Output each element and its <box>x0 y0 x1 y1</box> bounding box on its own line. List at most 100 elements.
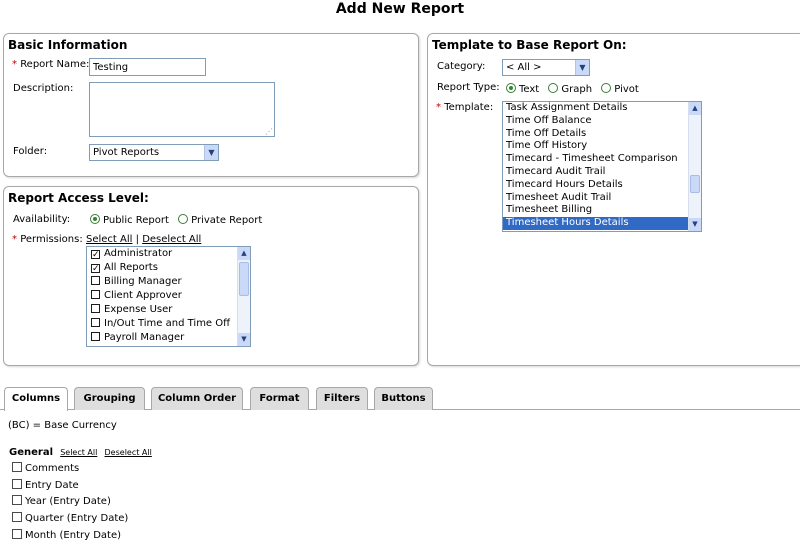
column-option-label: Comments <box>25 463 80 474</box>
description-textarea[interactable] <box>89 82 275 137</box>
tab-grouping[interactable]: Grouping <box>74 387 145 410</box>
report-type-pivot-option[interactable]: Pivot <box>601 83 639 95</box>
report-type-text-radio[interactable] <box>506 83 516 93</box>
checkbox-icon[interactable] <box>91 318 100 327</box>
template-list-item[interactable]: Timecard - Timesheet Comparison <box>503 153 701 166</box>
template-list-item[interactable]: Time Off History <box>503 140 701 153</box>
general-select-all-link[interactable]: Select All <box>60 448 97 457</box>
permission-item[interactable]: Expense User <box>87 303 250 317</box>
public-report-option[interactable]: Public Report <box>90 214 172 226</box>
report-name-label: * Report Name: <box>12 59 90 70</box>
permission-item[interactable]: ✓ Administrator <box>87 247 250 261</box>
template-list-item[interactable]: Timecard Audit Trail <box>503 166 701 179</box>
tab-buttons[interactable]: Buttons <box>374 387 433 410</box>
template-list-item[interactable]: Time Off Balance <box>503 115 701 128</box>
template-listbox[interactable]: Task Assignment Details Time Off Balance T… <box>502 101 702 232</box>
permission-item[interactable]: Billing Manager <box>87 275 250 289</box>
category-label: Category: <box>437 61 486 72</box>
scroll-up-icon[interactable]: ▲ <box>238 247 250 260</box>
private-report-radio[interactable] <box>178 214 189 224</box>
permissions-label: * Permissions: <box>12 234 83 245</box>
report-name-input[interactable] <box>89 58 206 76</box>
report-access-title: Report Access Level: <box>8 191 149 205</box>
scroll-down-icon[interactable]: ▼ <box>238 333 250 346</box>
template-list-item[interactable]: Time Off Details <box>503 128 701 141</box>
template-title: Template to Base Report On: <box>432 38 627 52</box>
report-type-pivot-radio[interactable] <box>601 83 612 93</box>
template-panel: Template to Base Report On: Category: < … <box>427 33 800 366</box>
scroll-thumb[interactable] <box>690 175 700 193</box>
tab-column-order[interactable]: Column Order <box>151 387 243 410</box>
permission-item[interactable]: Client Approver <box>87 289 250 303</box>
folder-label: Folder: <box>13 146 48 157</box>
checkbox-icon[interactable] <box>91 332 100 341</box>
folder-select[interactable]: Pivot Reports ▼ <box>89 144 219 161</box>
permissions-list: ✓ Administrator ✓ All Reports Billing Manage… <box>87 247 250 345</box>
permission-item-label: Administrator <box>104 248 173 259</box>
checkbox-icon[interactable] <box>91 304 100 313</box>
column-option[interactable]: Year (Entry Date) <box>12 495 111 507</box>
scroll-thumb[interactable] <box>239 262 249 296</box>
checkbox-icon[interactable] <box>12 462 22 472</box>
permission-item-label: Expense User <box>104 304 173 315</box>
chevron-down-icon: ▼ <box>204 145 218 160</box>
column-option-label: Quarter (Entry Date) <box>25 513 129 525</box>
column-option[interactable]: Quarter (Entry Date) <box>12 512 128 524</box>
permissions-select-links: Select All | Deselect All <box>86 234 202 245</box>
report-type-graph-option[interactable]: Graph <box>548 83 595 95</box>
permissions-select-all-link[interactable]: Select All <box>86 234 132 245</box>
availability-radio-group: Public Report Private Report <box>90 214 268 226</box>
permissions-scrollbar[interactable]: ▲ ▼ <box>237 247 250 346</box>
template-list-item[interactable]: Task Assignment Details <box>503 102 701 115</box>
category-select[interactable]: < All > ▼ <box>502 59 590 76</box>
required-marker: * <box>12 234 17 245</box>
template-list-item[interactable]: Timesheet Hours Details <box>503 217 701 230</box>
checkbox-icon[interactable] <box>12 512 22 523</box>
checkbox-icon[interactable] <box>12 478 22 489</box>
basic-information-title: Basic Information <box>8 38 128 52</box>
permission-item-label: Payroll Manager <box>104 332 185 343</box>
column-option[interactable]: Entry Date <box>12 478 79 491</box>
public-report-radio[interactable] <box>90 214 100 224</box>
scroll-up-icon[interactable]: ▲ <box>689 102 701 115</box>
checkbox-icon[interactable] <box>12 495 22 506</box>
permission-item[interactable]: Payroll Manager <box>87 331 250 345</box>
permissions-listbox[interactable]: ✓ Administrator ✓ All Reports Billing Manage… <box>86 246 251 347</box>
page-title: Add New Report <box>335 1 465 17</box>
permission-item-label: Billing Manager <box>104 276 182 287</box>
report-type-label: Report Type: <box>437 82 500 93</box>
tab-filters[interactable]: Filters <box>316 387 368 410</box>
template-scrollbar[interactable]: ▲ ▼ <box>688 102 701 231</box>
report-type-graph-radio[interactable] <box>548 83 559 93</box>
template-list-item[interactable]: Timesheet Audit Trail <box>503 192 701 205</box>
column-option[interactable]: Month (Entry Date) <box>12 528 121 541</box>
tab-columns[interactable]: Columns <box>4 387 68 411</box>
tab-bar: Columns Grouping Column Order Format Filters… <box>0 387 800 411</box>
permission-item-label: Client Approver <box>104 290 182 301</box>
checkbox-checked-icon[interactable]: ✓ <box>91 264 100 274</box>
permission-item-label: All Reports <box>104 262 158 273</box>
template-list-item[interactable]: Timesheet Billing <box>503 204 701 217</box>
tab-format[interactable]: Format <box>250 387 309 410</box>
checkbox-icon[interactable] <box>91 276 100 285</box>
general-section-title: General <box>9 447 53 458</box>
permission-item[interactable]: In/Out Time and Time Off <box>87 317 250 331</box>
general-deselect-all-link[interactable]: Deselect All <box>105 448 152 457</box>
permission-item-label: In/Out Time and Time Off <box>104 318 231 329</box>
checkbox-icon[interactable] <box>91 290 100 299</box>
chevron-down-icon: ▼ <box>575 60 589 75</box>
private-report-option[interactable]: Private Report <box>178 214 262 226</box>
report-type-radio-group: Text Graph Pivot <box>506 83 645 95</box>
scroll-down-icon[interactable]: ▼ <box>689 218 701 231</box>
column-option-label: Year (Entry Date) <box>25 496 111 508</box>
permission-item[interactable]: ✓ All Reports <box>87 261 250 275</box>
column-option[interactable]: Comments <box>12 462 79 474</box>
checkbox-checked-icon[interactable]: ✓ <box>91 250 100 260</box>
checkbox-icon[interactable] <box>12 528 22 539</box>
availability-label: Availability: <box>13 214 71 225</box>
template-list-item[interactable]: Timecard Hours Details <box>503 179 701 192</box>
permissions-deselect-all-link[interactable]: Deselect All <box>142 234 201 245</box>
resize-grip-icon[interactable]: ⋰ <box>265 127 273 136</box>
report-type-text-option[interactable]: Text <box>506 83 542 95</box>
required-marker: * <box>12 59 17 70</box>
